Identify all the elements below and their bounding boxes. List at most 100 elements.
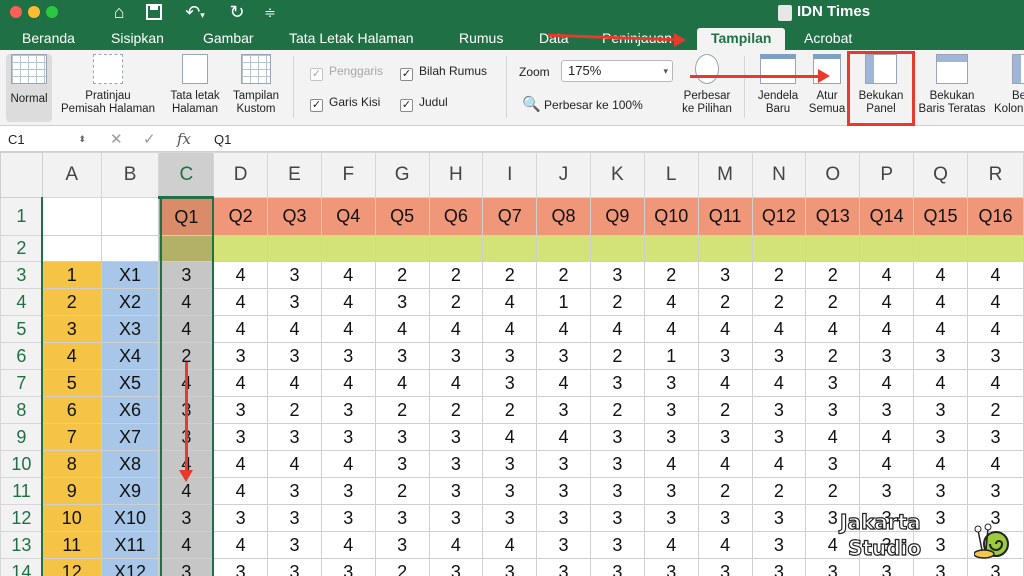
cell-score[interactable]: 4 [859,423,915,451]
cell-score[interactable]: 3 [643,477,699,505]
cell-score[interactable]: 3 [967,342,1024,370]
cell[interactable] [913,235,968,262]
maximize-window-button[interactable] [46,6,58,18]
cell-score[interactable]: 3 [913,423,968,451]
cell[interactable] [643,235,699,262]
cell-score[interactable]: 3 [751,342,807,370]
cell-score[interactable]: 3 [320,558,376,576]
page-layout-button[interactable]: Tata letak Halaman [164,54,226,116]
cell-score[interactable]: 4 [751,450,807,478]
cell-score[interactable]: 2 [697,288,753,316]
cell-score[interactable]: 4 [374,315,430,343]
cell-header-7[interactable]: Q6 [428,197,484,236]
cell-score[interactable]: 4 [213,450,269,478]
cell[interactable] [158,235,215,262]
cell[interactable] [859,235,915,262]
cell-score[interactable]: 1 [643,342,699,370]
cell-score[interactable]: 4 [967,369,1024,397]
tab-rumus[interactable]: Rumus [459,28,503,50]
cell[interactable] [41,235,102,262]
cell-score[interactable]: 2 [428,288,484,316]
cell-score[interactable]: 4 [697,450,753,478]
cell-header-13[interactable]: Q12 [751,197,807,236]
cell-score[interactable]: 3 [428,477,484,505]
cell-score[interactable]: 4 [859,369,915,397]
confirm-icon[interactable]: ✓ [143,130,156,148]
cell-score[interactable]: 4 [158,531,215,559]
cell-respondent-id[interactable]: X12 [100,558,160,576]
row-header[interactable]: 5 [0,315,43,343]
cell-score[interactable]: 4 [320,261,376,289]
cell-score[interactable]: 4 [859,288,915,316]
custom-views-button[interactable]: Tampilan Kustom [228,54,284,116]
close-window-button[interactable] [10,6,22,18]
cell-respondent-number[interactable]: 12 [41,558,102,576]
cell-score[interactable]: 3 [428,423,484,451]
cell-score[interactable]: 3 [320,477,376,505]
row-header[interactable]: 10 [0,450,43,478]
cell-score[interactable]: 3 [697,504,753,532]
cell-respondent-number[interactable]: 3 [41,315,102,343]
cell-score[interactable]: 3 [643,504,699,532]
cell-respondent-id[interactable]: X4 [100,342,160,370]
cell-score[interactable]: 4 [428,315,484,343]
tab-sisipkan[interactable]: Sisipkan [111,28,164,50]
cell-score[interactable]: 3 [643,423,699,451]
cell[interactable] [213,235,269,262]
cell-respondent-number[interactable]: 1 [41,261,102,289]
cell-score[interactable]: 4 [320,450,376,478]
cell-respondent-number[interactable]: 9 [41,477,102,505]
cell-score[interactable]: 3 [267,288,322,316]
cell-score[interactable]: 3 [428,504,484,532]
cell-score[interactable]: 3 [536,504,591,532]
cell-score[interactable]: 4 [428,531,484,559]
cell-score[interactable]: 3 [428,450,484,478]
cell-score[interactable]: 2 [374,558,430,576]
cell-header-10[interactable]: Q9 [589,197,645,236]
cell-score[interactable]: 3 [374,531,430,559]
cell[interactable] [536,235,591,262]
cell[interactable] [100,235,160,262]
tab-beranda[interactable]: Beranda [22,28,75,50]
cell-score[interactable]: 3 [482,504,538,532]
cell-score[interactable]: 3 [805,450,861,478]
select-all-corner[interactable] [0,152,43,198]
cell-score[interactable]: 4 [859,261,915,289]
cell[interactable] [751,235,807,262]
cell-score[interactable]: 3 [320,504,376,532]
cell-score[interactable]: 3 [751,423,807,451]
cell-score[interactable]: 2 [751,261,807,289]
row-header[interactable]: 6 [0,342,43,370]
cell-respondent-id[interactable]: X9 [100,477,160,505]
cell[interactable] [697,235,753,262]
cell-score[interactable]: 4 [589,315,645,343]
cell-score[interactable]: 3 [913,342,968,370]
cell-respondent-id[interactable]: X10 [100,504,160,532]
cell-respondent-id[interactable]: X6 [100,396,160,424]
cell-score[interactable]: 4 [536,369,591,397]
cell-score[interactable]: 4 [320,288,376,316]
cell-score[interactable]: 3 [751,504,807,532]
cell[interactable] [267,235,322,262]
cell-score[interactable]: 4 [967,315,1024,343]
cell-score[interactable]: 3 [589,558,645,576]
row-header[interactable]: 14 [0,558,43,576]
cell-header-16[interactable]: Q15 [913,197,968,236]
cell-score[interactable]: 4 [697,369,753,397]
cell-score[interactable]: 3 [374,450,430,478]
cell-score[interactable]: 4 [267,315,322,343]
cell-score[interactable]: 4 [967,288,1024,316]
column-header-i[interactable]: I [482,152,538,198]
column-header-q[interactable]: Q [913,152,968,198]
undo-icon[interactable]: ↶▾ [178,1,212,23]
cell-score[interactable]: 3 [320,423,376,451]
cell-score[interactable]: 4 [267,450,322,478]
column-header-d[interactable]: D [213,152,269,198]
row-header[interactable]: 2 [0,235,43,262]
home-icon[interactable]: ⌂ [108,1,130,23]
cell-score[interactable]: 3 [158,558,215,576]
cell-respondent-number[interactable]: 2 [41,288,102,316]
column-header-e[interactable]: E [267,152,322,198]
cell-score[interactable]: 3 [213,396,269,424]
cell[interactable] [428,235,484,262]
